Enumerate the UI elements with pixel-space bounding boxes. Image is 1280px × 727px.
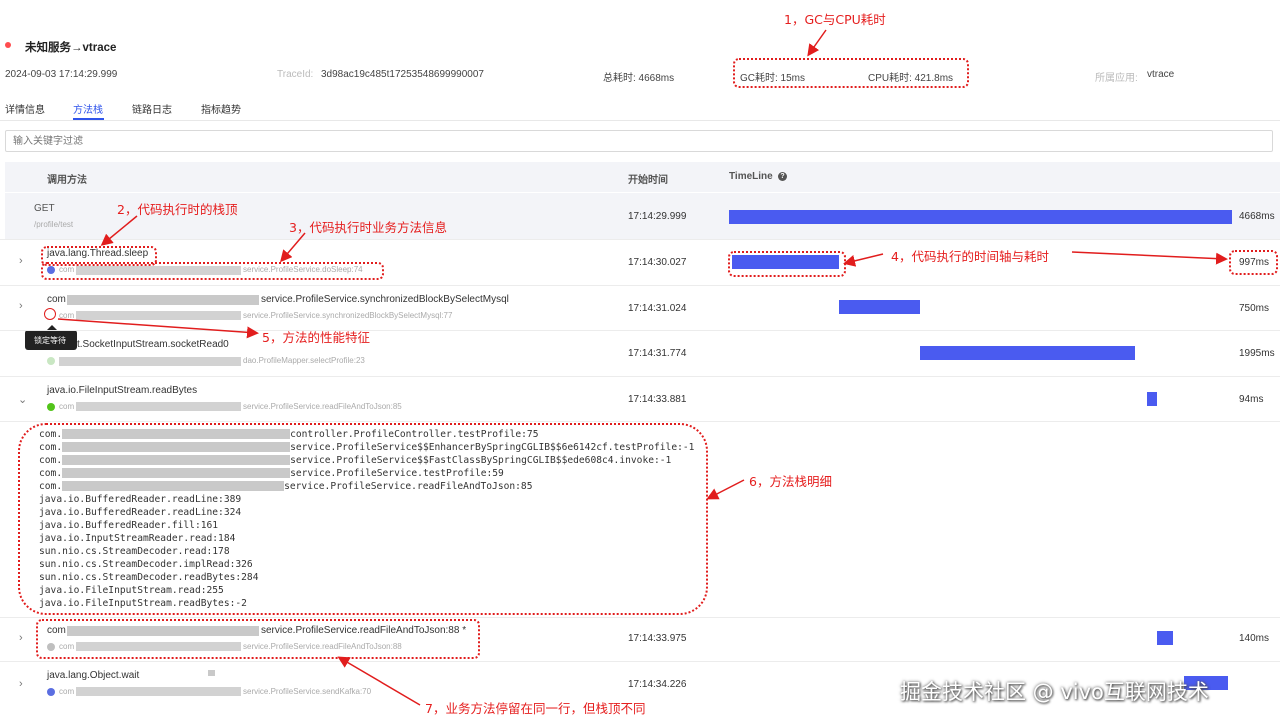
row-4-name[interactable]: java.io.FileInputStream.readBytes	[47, 385, 197, 396]
col-method: 调用方法	[47, 175, 87, 186]
traceid-label: TraceId:	[277, 69, 314, 80]
row-3-start: 17:14:31.774	[628, 348, 687, 359]
annotation-box-gc-cpu	[733, 58, 969, 88]
trace-time: 2024-09-03 17:14:29.999	[5, 69, 118, 80]
row-2-name[interactable]: service.ProfileService.synchronizedBlock…	[261, 294, 509, 305]
small-marker	[208, 670, 215, 676]
timeline-bar-4[interactable]	[1147, 392, 1158, 406]
annotation-2: 2，代码执行时的栈顶	[117, 202, 238, 217]
row-3-name[interactable]: t.SocketInputStream.socketRead0	[77, 339, 229, 350]
status-dot	[5, 42, 11, 48]
row-4-sub-prefix: com	[59, 402, 75, 411]
row-divider	[0, 376, 1280, 377]
row-4-start: 17:14:33.881	[628, 394, 687, 405]
chevron-right-icon[interactable]: ›	[19, 300, 23, 312]
watermark: 掘金技术社区 @ vivo互联网技术	[900, 680, 1209, 704]
row-3-sub: dao.ProfileMapper.selectProfile:23	[243, 356, 365, 365]
arrow-1	[807, 29, 827, 57]
redacted-package	[76, 687, 241, 696]
traceid-value[interactable]: 3d98ac19c485t17253548699990007	[321, 69, 484, 80]
row-divider	[0, 330, 1280, 331]
chevron-right-icon[interactable]: ›	[19, 678, 23, 690]
tab-method-stack[interactable]: 方法栈	[73, 101, 103, 116]
row-2-sub-prefix: com	[59, 311, 75, 320]
row-divider	[0, 661, 1280, 662]
row-2-duration: 750ms	[1239, 303, 1270, 314]
annotation-box-timeline	[728, 251, 846, 277]
row-5-duration: 140ms	[1239, 633, 1270, 644]
row-1-start: 17:14:30.027	[628, 257, 687, 268]
annotation-box-stack-detail	[18, 423, 708, 615]
row-6-sub-prefix: com	[59, 687, 75, 696]
row-0-sub: /profile/test	[34, 220, 74, 229]
redacted-package	[76, 402, 241, 411]
arrow-4a	[843, 253, 884, 267]
row-4-dot	[47, 403, 55, 411]
tab-trace-log[interactable]: 链路日志	[132, 101, 172, 116]
row-3-duration: 1995ms	[1239, 348, 1275, 359]
chevron-down-icon[interactable]: ⌄	[18, 393, 27, 406]
row-divider	[0, 617, 1280, 618]
row-6-dot	[47, 688, 55, 696]
page-title: 未知服务→vtrace	[25, 42, 117, 54]
redacted-package	[59, 357, 241, 366]
tab-metrics-trend[interactable]: 指标趋势	[201, 101, 241, 116]
chevron-right-icon[interactable]: ›	[19, 632, 23, 644]
filter-input[interactable]	[5, 130, 1273, 152]
app-value[interactable]: vtrace	[1147, 69, 1174, 80]
timeline-bar-3[interactable]	[920, 346, 1136, 360]
lock-wait-tooltip-text: 锁定等待	[34, 336, 66, 345]
row-6-name[interactable]: java.lang.Object.wait	[47, 670, 139, 681]
annotation-4: 4，代码执行的时间轴与耗时	[891, 249, 1049, 264]
total-duration: 总耗时: 4668ms	[603, 73, 675, 84]
row-4-duration: 94ms	[1239, 394, 1264, 405]
row-0-name: GET	[34, 203, 55, 214]
timeline-bar-0[interactable]	[729, 210, 1232, 224]
timeline-bar-5[interactable]	[1157, 631, 1173, 645]
annotation-7: 7，业务方法停留在同一行，但栈顶不同	[425, 701, 646, 716]
help-icon[interactable]: ?	[778, 172, 787, 181]
annotation-box-duration	[1229, 250, 1278, 275]
row-0-start: 17:14:29.999	[628, 211, 687, 222]
col-timeline: TimeLine	[729, 171, 773, 182]
timeline-bar-2[interactable]	[839, 300, 921, 314]
row-divider	[0, 285, 1280, 286]
app-label: 所属应用:	[1095, 73, 1138, 84]
lock-wait-icon[interactable]	[44, 308, 56, 320]
row-divider	[0, 239, 1280, 240]
row-2-name-prefix: com	[47, 294, 66, 305]
row-5-start: 17:14:33.975	[628, 633, 687, 644]
annotation-3: 3，代码执行时业务方法信息	[289, 220, 447, 235]
col-start-time: 开始时间	[628, 175, 668, 186]
row-6-start: 17:14:34.226	[628, 679, 687, 690]
row-0-duration: 4668ms	[1239, 211, 1275, 222]
row-4-sub: service.ProfileService.readFileAndToJson…	[243, 402, 402, 411]
chevron-right-icon[interactable]: ›	[19, 255, 23, 267]
tab-details[interactable]: 详情信息	[5, 101, 45, 116]
annotation-box-same-line	[36, 619, 480, 659]
redacted-package	[76, 311, 241, 320]
row-2-sub: service.ProfileService.synchronizedBlock…	[243, 311, 453, 320]
arrow-4b	[1071, 251, 1228, 265]
arrow-7	[337, 656, 421, 706]
row-3-dot	[47, 357, 55, 365]
row-2-start: 17:14:31.024	[628, 303, 687, 314]
tabs-divider	[0, 120, 1280, 121]
annotation-1: 1，GC与CPU耗时	[784, 12, 886, 27]
row-divider	[0, 421, 1280, 422]
annotation-6: 6，方法栈明细	[749, 474, 832, 489]
row-6-sub: service.ProfileService.sendKafka:70	[243, 687, 372, 696]
annotation-5: 5，方法的性能特征	[262, 330, 370, 345]
annotation-box-business-method	[41, 262, 384, 280]
redacted-package	[67, 295, 259, 305]
